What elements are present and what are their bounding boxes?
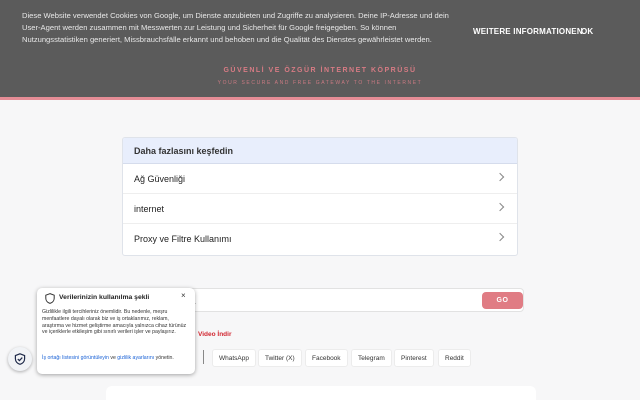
- privacy-settings-button[interactable]: [8, 347, 32, 371]
- partner-list-link[interactable]: İş ortağı listesini görüntüleyin: [42, 355, 109, 361]
- cookie-banner: Diese Website verwendet Cookies von Goog…: [0, 0, 640, 64]
- share-whatsapp-button[interactable]: WhatsApp: [212, 349, 256, 367]
- go-button[interactable]: GO: [482, 292, 523, 309]
- shield-icon: [45, 293, 55, 304]
- privacy-popup-body: Gizlilikle ilgili tercihleriniz önemlidi…: [42, 309, 187, 336]
- privacy-popup-title: Verilerinizin kullanılma şekli: [59, 294, 150, 301]
- content-card: [106, 386, 536, 400]
- close-icon[interactable]: ×: [181, 291, 186, 300]
- chevron-right-icon: [495, 172, 505, 182]
- explore-item-network-security[interactable]: Ağ Güvenliği: [123, 164, 517, 194]
- explore-item-label: Ağ Güvenliği: [134, 174, 186, 184]
- privacy-suffix: yönetin.: [154, 355, 174, 361]
- explore-heading: Daha fazlasını keşfedin: [123, 138, 517, 164]
- explore-item-internet[interactable]: internet: [123, 194, 517, 224]
- shield-check-icon: [14, 353, 26, 365]
- share-facebook-button[interactable]: Facebook: [305, 349, 348, 367]
- privacy-settings-link[interactable]: gizlilik ayarlarını: [117, 355, 154, 361]
- site-tagline: YOUR SECURE AND FREE GATEWAY TO THE INTE…: [217, 80, 423, 86]
- video-download-link[interactable]: Video İndir: [198, 331, 231, 338]
- share-telegram-button[interactable]: Telegram: [351, 349, 392, 367]
- cookie-text: Diese Website verwendet Cookies von Goog…: [22, 11, 449, 44]
- chevron-right-icon: [495, 232, 505, 242]
- explore-item-label: Proxy ve Filtre Kullanımı: [134, 234, 232, 244]
- site-subtitle: GÜVENLİ VE ÖZGÜR İNTERNET KÖPRÜSÜ: [223, 67, 417, 74]
- explore-item-proxy[interactable]: Proxy ve Filtre Kullanımı: [123, 224, 517, 254]
- ok-button[interactable]: OK: [581, 27, 593, 36]
- share-reddit-button[interactable]: Reddit: [438, 349, 471, 367]
- more-info-button[interactable]: WEITERE INFORMATIONEN: [473, 27, 583, 36]
- share-twitter-button[interactable]: Twitter (X): [258, 349, 302, 367]
- privacy-popup-links: İş ortağı listesini görüntüleyin ve gizl…: [42, 355, 188, 362]
- explore-item-label: internet: [134, 204, 165, 214]
- privacy-popup: Verilerinizin kullanılma şekli × Gizlili…: [37, 288, 195, 374]
- share-divider: [203, 350, 204, 364]
- explore-panel: Daha fazlasını keşfedin Ağ Güvenliği int…: [122, 137, 518, 256]
- chevron-right-icon: [495, 202, 505, 212]
- share-pinterest-button[interactable]: Pinterest: [394, 349, 434, 367]
